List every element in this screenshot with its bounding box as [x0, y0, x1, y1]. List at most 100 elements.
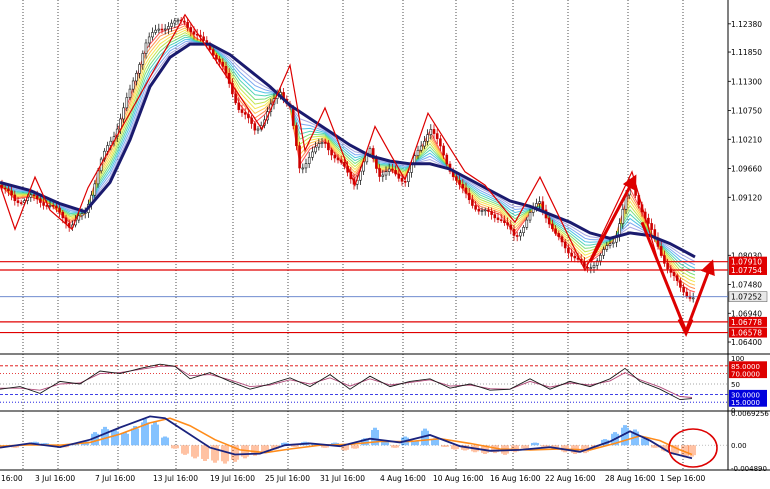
time-axis-label: 16:00 — [1, 474, 23, 483]
candle-body — [560, 236, 564, 243]
candle-body — [243, 112, 247, 115]
trading-chart-window[interactable]: 1.12380 1.11850 1.11300 1.10750 1.10210 1.096… — [0, 0, 770, 485]
candle-body — [608, 243, 612, 246]
candle-body — [157, 28, 161, 31]
candle-body — [672, 272, 676, 277]
candle-body — [202, 36, 205, 41]
candle-body — [176, 19, 180, 22]
candle-body — [144, 42, 148, 54]
candle-body — [330, 149, 333, 156]
price-tick-label: 1.10750 — [731, 107, 762, 116]
candle-body — [490, 211, 493, 215]
candle-body — [567, 247, 570, 254]
candle-body — [570, 252, 573, 257]
macd-axis-label: -0.004890 — [731, 465, 767, 473]
level-price-label: 1.06578 — [731, 329, 762, 338]
oscillator-pane — [0, 363, 728, 403]
macd-axis-label: 0.0069256 — [731, 410, 769, 418]
candle-body — [336, 157, 340, 161]
time-axis-label: 19 Jul 16:00 — [210, 474, 255, 483]
chart-canvas[interactable]: 1.12380 1.11850 1.11300 1.10750 1.10210 1.096… — [0, 0, 770, 485]
candle-body — [141, 53, 145, 65]
oscillator-signal-line — [0, 365, 693, 398]
oscillator-axis-label: 70.0000 — [731, 371, 760, 379]
candle-body — [295, 125, 298, 147]
candle-body — [80, 213, 84, 217]
candle-body — [589, 267, 593, 269]
candle-body — [192, 31, 196, 35]
candle-body — [314, 146, 317, 153]
candle-body — [551, 223, 554, 230]
candle-body — [218, 58, 221, 63]
candle-body — [426, 134, 429, 142]
candle-body — [464, 187, 468, 194]
price-tick-label: 1.09660 — [731, 165, 762, 174]
candle-body — [397, 173, 401, 179]
candle-body — [128, 88, 132, 98]
time-axis-label: 25 Jul 16:00 — [265, 474, 310, 483]
price-tick-label: 1.06400 — [731, 338, 762, 347]
candle-body — [666, 263, 669, 270]
candle-body — [471, 199, 474, 206]
candle-body — [16, 200, 20, 203]
candle-body — [298, 145, 301, 169]
candle-body — [211, 49, 215, 56]
price-tick-label: 1.11850 — [731, 48, 762, 57]
candle-body — [237, 102, 241, 110]
candle-body — [435, 133, 439, 140]
candle-body — [423, 140, 426, 147]
oscillator-axis-label: 50 — [731, 381, 740, 389]
candle-body — [394, 169, 397, 175]
candle-body — [253, 123, 257, 131]
candle-body — [538, 201, 541, 204]
current-price-label: 1.07252 — [731, 293, 762, 302]
candle-body — [675, 275, 679, 281]
macd-pane — [0, 415, 728, 468]
candle-body — [621, 209, 625, 224]
candle-body — [487, 209, 490, 212]
candle-body — [51, 205, 55, 207]
candle-body — [528, 212, 532, 221]
price-tick-label: 1.10210 — [731, 135, 762, 144]
candle-body — [307, 156, 311, 164]
candle-body — [135, 73, 138, 82]
candle-body — [42, 202, 45, 206]
candle-body — [304, 163, 308, 169]
candle-body — [573, 255, 577, 259]
candle-body — [163, 28, 167, 31]
candle-body — [419, 145, 423, 151]
price-tick-label: 1.11300 — [731, 77, 762, 86]
candle-body — [96, 170, 100, 185]
candle-body — [429, 129, 433, 135]
candle-body — [592, 265, 596, 268]
candle-body — [170, 22, 173, 27]
candle-body — [368, 148, 372, 155]
candle-body — [339, 159, 343, 163]
candle-body — [381, 174, 385, 177]
candle-body — [247, 114, 250, 119]
candle-body — [39, 198, 42, 203]
candle-body — [160, 28, 164, 31]
price-tick-label: 1.07480 — [731, 281, 762, 290]
time-axis-label: 1 Sep 16:00 — [660, 474, 706, 483]
candle-body — [477, 208, 481, 212]
candle-body — [64, 217, 68, 224]
candle-body — [474, 205, 477, 210]
time-axis-label: 3 Jul 16:00 — [35, 474, 75, 483]
candle-body — [58, 207, 61, 213]
candle-body — [256, 128, 260, 131]
candle-body — [215, 55, 218, 60]
candle-body — [131, 80, 135, 90]
candle-body — [93, 183, 97, 196]
candle-body — [650, 223, 653, 230]
candle-body — [509, 224, 513, 230]
candle-body — [167, 26, 170, 30]
candle-body — [19, 202, 23, 204]
candle-body — [432, 129, 436, 134]
time-axis-label: 16 Aug 16:00 — [490, 474, 541, 483]
time-axis-label: 4 Aug 16:00 — [380, 474, 426, 483]
candle-body — [301, 167, 305, 170]
candle-body — [317, 143, 321, 148]
candle-body — [416, 149, 420, 157]
level-price-label: 1.07754 — [731, 266, 762, 275]
